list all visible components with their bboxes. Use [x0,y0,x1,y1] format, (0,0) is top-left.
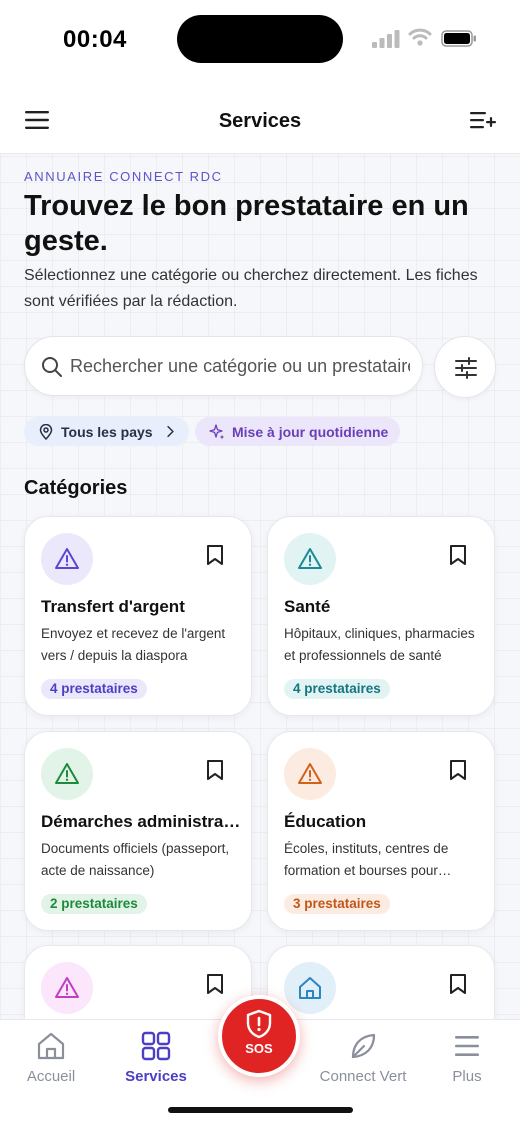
home-indicator [168,1107,353,1113]
dynamic-island [177,15,343,63]
card-description: Envoyez et recevez de l'argent vers / de… [41,626,226,663]
tab-connect-vert-label: Connect Vert [319,1068,407,1085]
category-icon-circle [284,962,336,1014]
bookmark-icon[interactable] [205,544,225,566]
tab-more[interactable]: Plus [417,1030,517,1085]
battery-icon [441,30,476,47]
category-icon-circle [284,533,336,585]
country-chip-label: Tous les pays [61,423,153,440]
grid-icon [141,1031,171,1061]
chevron-right-icon [166,425,174,438]
intro-text: Sélectionnez une catégorie ou cherchez d… [24,267,478,310]
leaf-icon [351,1033,376,1059]
card-description: Hôpitaux, cliniques, pharmacies et profe… [284,626,475,663]
tab-home-label: Accueil [26,1068,76,1085]
filter-button[interactable] [434,336,496,398]
warning-icon [55,548,79,569]
home-icon [299,977,321,999]
card-description: Documents officiels (passeport, acte de … [41,841,230,878]
warning-icon [298,763,322,784]
signal-icon [372,30,400,48]
category-icon-circle [41,533,93,585]
category-icon-circle [41,748,93,800]
shield-alert-icon [246,1009,272,1039]
bookmark-icon[interactable] [448,544,468,566]
daily-update-chip: Mise à jour quotidienne [195,417,401,446]
location-pin-icon [39,423,53,440]
provider-count-badge: 4 prestataires [284,679,390,699]
menu-lines-icon [455,1036,479,1056]
provider-count-badge: 2 prestataires [41,894,147,914]
tab-more-label: Plus [452,1068,482,1085]
warning-icon [55,763,79,784]
card-title: Santé [284,597,331,616]
sliders-icon [455,357,477,379]
warning-icon [55,977,79,998]
search-input[interactable]: Rechercher une catégorie ou un prestatai… [24,336,423,396]
home-icon [37,1032,65,1060]
headline: Trouvez le bon prestataire en un geste. [24,190,469,257]
status-bar: 00:04 [0,0,520,80]
category-card-money-transfer[interactable]: Transfert d'argent Envoyez et recevez de… [24,516,252,716]
bookmark-icon[interactable] [448,759,468,781]
list-add-icon[interactable] [470,110,496,130]
wifi-icon [408,28,432,46]
card-title: Éducation [284,812,367,831]
sparkles-icon [209,423,225,439]
tab-connect-vert[interactable]: Connect Vert [313,1030,413,1085]
warning-icon [298,548,322,569]
page-title: Services [218,110,302,132]
tab-services-label: Services [125,1068,187,1085]
category-icon-circle [41,962,93,1014]
card-description: Écoles, instituts, centres de formation … [284,841,449,878]
bookmark-icon[interactable] [205,759,225,781]
provider-count-badge: 4 prestataires [41,679,147,699]
categories-title: Catégories [24,477,128,499]
tab-home[interactable]: Accueil [1,1030,101,1085]
status-time: 00:04 [63,26,127,53]
directory-eyebrow: ANNUAIRE CONNECT RDC [24,169,223,184]
provider-count-badge: 3 prestataires [284,894,390,914]
category-card-admin[interactable]: Démarches administratives Documents offi… [24,731,252,931]
category-card-health[interactable]: Santé Hôpitaux, cliniques, pharmacies et… [267,516,495,716]
sos-label: SOS [245,1041,273,1056]
card-title: Transfert d'argent [41,597,185,616]
card-title: Démarches administratives [41,812,241,831]
top-nav: Services [0,80,520,154]
sos-button[interactable]: SOS [218,995,300,1077]
bookmark-icon[interactable] [448,973,468,995]
tab-services[interactable]: Services [106,1030,206,1085]
search-placeholder: Rechercher une catégorie ou un prestatai… [70,356,410,376]
bookmark-icon[interactable] [205,973,225,995]
category-card-education[interactable]: Éducation Écoles, instituts, centres de … [267,731,495,931]
country-filter-chip[interactable]: Tous les pays [24,417,189,446]
search-icon [42,357,62,377]
category-icon-circle [284,748,336,800]
daily-update-label: Mise à jour quotidienne [232,423,389,440]
